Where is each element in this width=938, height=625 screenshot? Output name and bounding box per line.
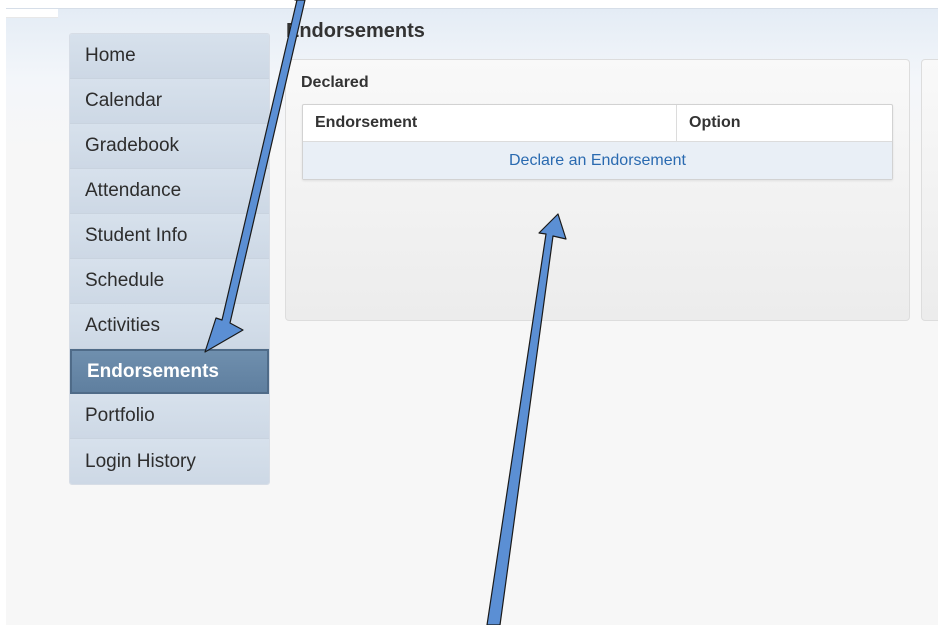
nav-item-calendar[interactable]: Calendar xyxy=(70,79,269,124)
nav-item-attendance[interactable]: Attendance xyxy=(70,169,269,214)
nav-item-gradebook[interactable]: Gradebook xyxy=(70,124,269,169)
nav-item-portfolio[interactable]: Portfolio xyxy=(70,394,269,439)
column-header-endorsement: Endorsement xyxy=(303,105,677,141)
nav-item-schedule[interactable]: Schedule xyxy=(70,259,269,304)
endorsements-table: Endorsement Option Declare an Endorsemen… xyxy=(302,104,893,180)
declared-panel: Declared Endorsement Option Declare an E… xyxy=(285,59,910,321)
page: Home Calendar Gradebook Attendance Stude… xyxy=(0,0,938,625)
column-header-option: Option xyxy=(689,114,741,131)
header-strip xyxy=(6,9,58,18)
side-nav: Home Calendar Gradebook Attendance Stude… xyxy=(69,33,270,485)
declare-endorsement-link[interactable]: Declare an Endorsement xyxy=(509,152,686,170)
nav-item-student-info[interactable]: Student Info xyxy=(70,214,269,259)
right-panel-edge xyxy=(921,59,938,321)
nav-item-endorsements[interactable]: Endorsements xyxy=(70,349,269,394)
declare-row: Declare an Endorsement xyxy=(303,142,892,179)
page-title: Endorsements xyxy=(286,20,425,42)
nav-item-login-history[interactable]: Login History xyxy=(70,439,269,484)
table-header: Endorsement Option xyxy=(303,105,892,142)
nav-item-activities[interactable]: Activities xyxy=(70,304,269,349)
declared-heading: Declared xyxy=(301,74,369,91)
nav-item-home[interactable]: Home xyxy=(70,34,269,79)
